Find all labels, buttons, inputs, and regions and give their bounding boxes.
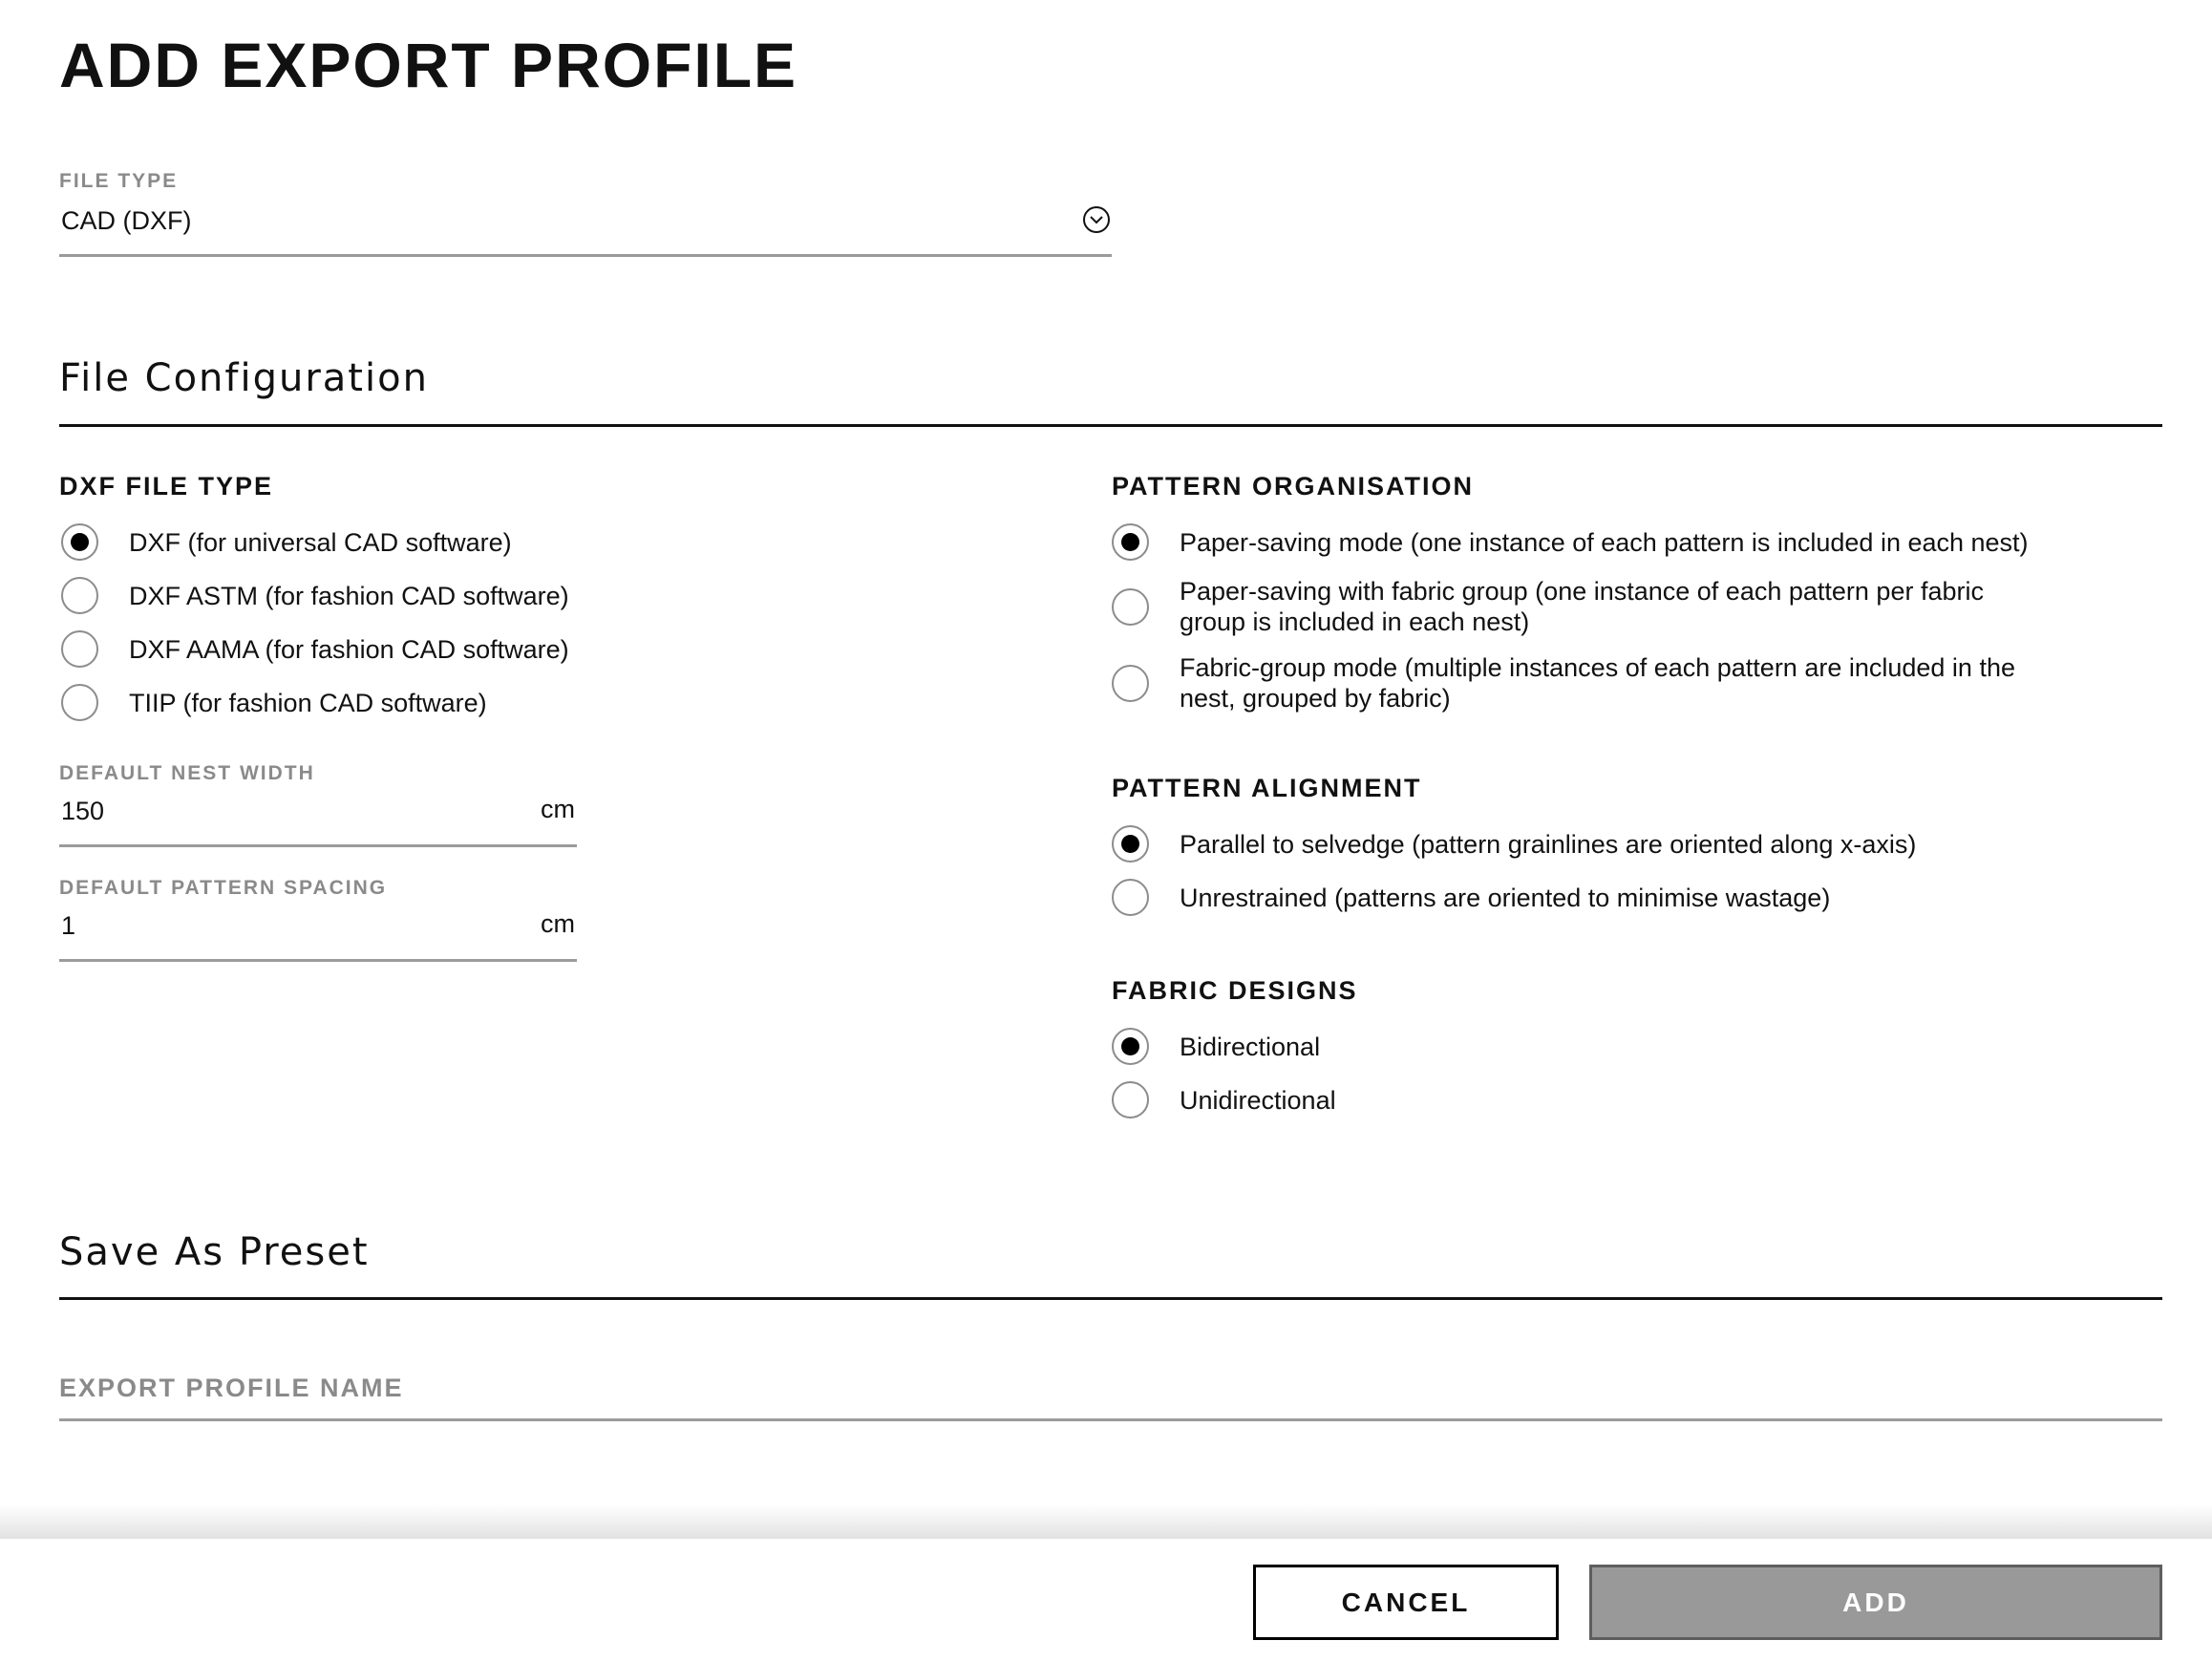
radio-selected-dot (71, 533, 89, 551)
radio-label: Paper-saving with fabric group (one inst… (1180, 577, 1984, 636)
dxf-file-type-option-astm[interactable]: DXF ASTM (for fashion CAD software) (61, 577, 569, 614)
dxf-file-type-option-aama[interactable]: DXF AAMA (for fashion CAD software) (61, 630, 569, 668)
export-profile-name-field[interactable]: EXPORT PROFILE NAME (59, 1372, 2162, 1423)
pattern-alignment-option-parallel[interactable]: Parallel to selvedge (pattern grainlines… (1112, 825, 1916, 863)
radio-label: DXF AAMA (for fashion CAD software) (129, 634, 569, 664)
radio-label: DXF ASTM (for fashion CAD software) (129, 581, 569, 610)
radio-selected-dot (1121, 1037, 1139, 1055)
pattern-alignment-heading: PATTERN ALIGNMENT (1112, 774, 1422, 802)
cancel-button[interactable]: CANCEL (1253, 1565, 1559, 1640)
default-pattern-spacing-label: DEFAULT PATTERN SPACING (59, 877, 388, 899)
pattern-organisation-option-fabric-group[interactable]: Fabric-group mode (multiple instances of… (1112, 652, 2062, 714)
radio-label: Fabric-group mode (multiple instances of… (1180, 653, 2015, 713)
radio-button[interactable] (61, 523, 98, 561)
radio-label: DXF (for universal CAD software) (129, 527, 512, 557)
default-pattern-spacing-input[interactable]: 1 (61, 911, 75, 941)
pattern-organisation-option-paper-saving-fabric-group[interactable]: Paper-saving with fabric group (one inst… (1112, 576, 2048, 637)
add-button[interactable]: ADD (1589, 1565, 2162, 1640)
save-as-preset-divider (59, 1297, 2162, 1300)
default-nest-width-underline (59, 844, 577, 847)
dxf-file-type-heading: DXF FILE TYPE (59, 472, 274, 501)
file-type-value: CAD (DXF) (61, 206, 192, 235)
default-nest-width-unit: cm (541, 795, 575, 823)
export-profile-name-input[interactable]: EXPORT PROFILE NAME (59, 1374, 404, 1403)
fabric-designs-option-unidirectional[interactable]: Unidirectional (1112, 1081, 1336, 1119)
radio-button[interactable] (61, 577, 98, 614)
radio-button[interactable] (61, 684, 98, 721)
file-configuration-heading: File Configuration (59, 356, 429, 400)
radio-button[interactable] (1112, 825, 1149, 863)
dxf-file-type-option-dxf[interactable]: DXF (for universal CAD software) (61, 523, 512, 561)
dxf-file-type-option-tiip[interactable]: TIIP (for fashion CAD software) (61, 684, 487, 721)
radio-button[interactable] (1112, 1081, 1149, 1119)
file-configuration-divider (59, 424, 2162, 427)
file-type-underline (59, 254, 1112, 257)
file-type-select[interactable]: FILE TYPE CAD (DXF) (59, 170, 1112, 258)
default-pattern-spacing-field[interactable]: DEFAULT PATTERN SPACING 1 cm (59, 877, 577, 963)
radio-selected-dot (1121, 533, 1139, 551)
default-nest-width-input[interactable]: 150 (61, 797, 104, 826)
radio-label: Parallel to selvedge (pattern grainlines… (1180, 829, 1917, 859)
pattern-alignment-option-unrestrained[interactable]: Unrestrained (patterns are oriented to m… (1112, 879, 1830, 916)
fabric-designs-option-bidirectional[interactable]: Bidirectional (1112, 1028, 1320, 1065)
radio-button[interactable] (1112, 587, 1149, 626)
file-type-label: FILE TYPE (59, 170, 179, 192)
default-nest-width-label: DEFAULT NEST WIDTH (59, 762, 315, 784)
radio-label: Bidirectional (1180, 1032, 1321, 1061)
radio-button[interactable] (1112, 664, 1149, 702)
default-pattern-spacing-underline (59, 959, 577, 962)
save-as-preset-heading: Save As Preset (59, 1230, 370, 1274)
radio-label: Unrestrained (patterns are oriented to m… (1180, 883, 1831, 912)
radio-label: TIIP (for fashion CAD software) (129, 688, 487, 717)
pattern-organisation-option-paper-saving[interactable]: Paper-saving mode (one instance of each … (1112, 523, 2067, 561)
radio-selected-dot (1121, 835, 1139, 853)
default-nest-width-field[interactable]: DEFAULT NEST WIDTH 150 cm (59, 762, 577, 848)
chevron-down-circle-icon[interactable] (1083, 206, 1110, 233)
radio-button[interactable] (1112, 523, 1149, 561)
radio-button[interactable] (1112, 1028, 1149, 1065)
radio-label: Unidirectional (1180, 1085, 1336, 1115)
radio-button[interactable] (61, 630, 98, 668)
export-profile-name-underline (59, 1418, 2162, 1421)
pattern-organisation-heading: PATTERN ORGANISATION (1112, 472, 1474, 501)
dialog-title: ADD EXPORT PROFILE (59, 30, 798, 100)
radio-button[interactable] (1112, 879, 1149, 916)
fabric-designs-heading: FABRIC DESIGNS (1112, 976, 1358, 1005)
default-pattern-spacing-unit: cm (541, 909, 575, 938)
footer-shadow (0, 1504, 2212, 1539)
radio-label: Paper-saving mode (one instance of each … (1180, 527, 2029, 557)
